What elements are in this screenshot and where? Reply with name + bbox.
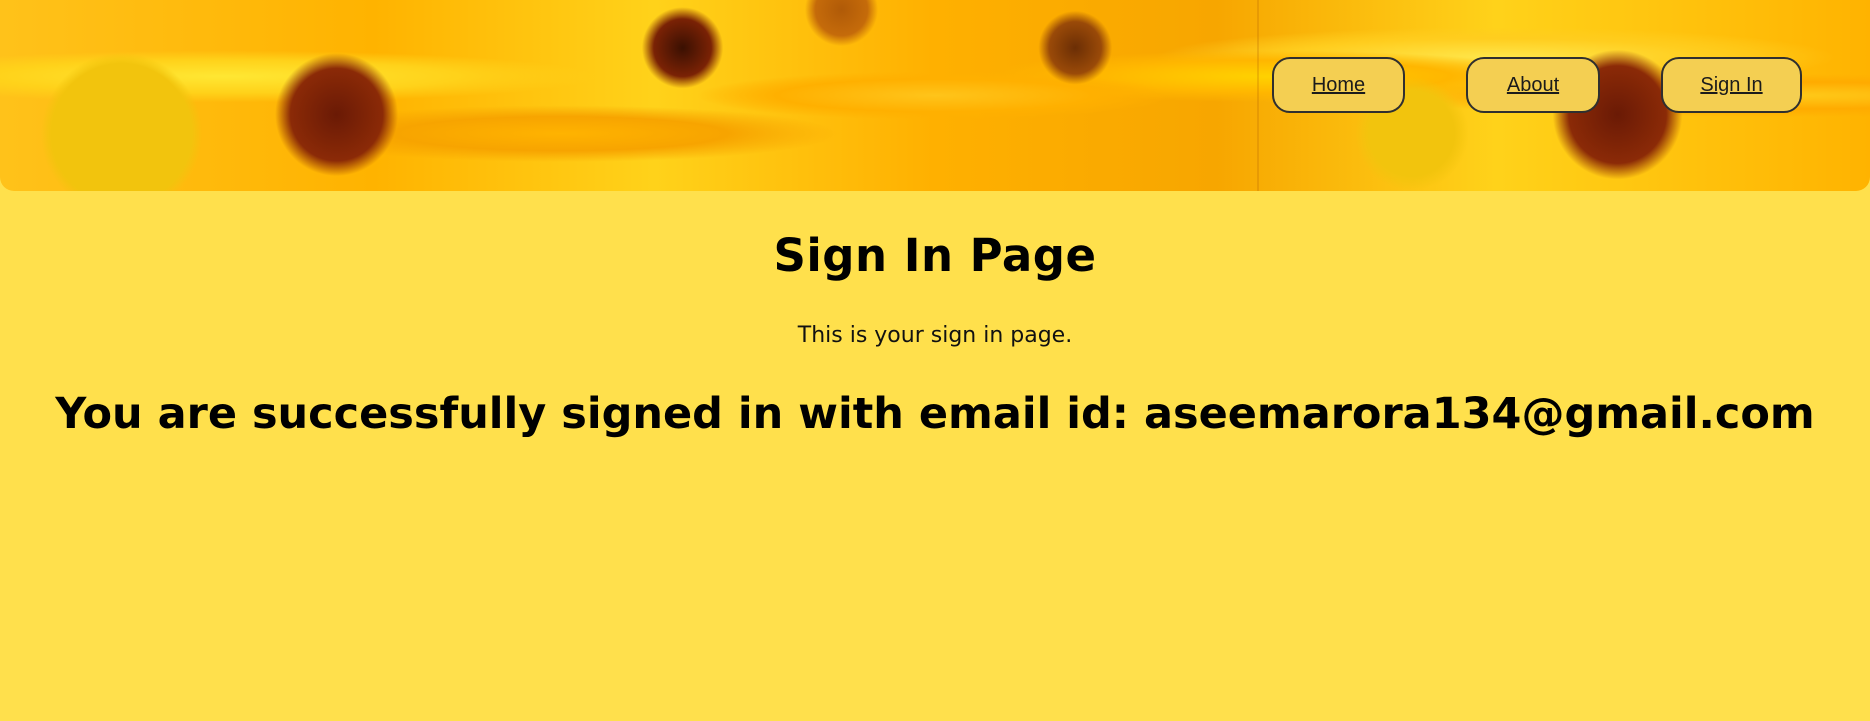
nav-about-link[interactable]: About: [1466, 57, 1600, 113]
header-banner: Home About Sign In: [0, 0, 1870, 191]
page-title: Sign In Page: [773, 229, 1097, 282]
nav-signin-link[interactable]: Sign In: [1661, 57, 1802, 113]
top-nav: Home About Sign In: [0, 57, 1870, 117]
signin-success-message: You are successfully signed in with emai…: [55, 389, 1815, 439]
page-subtitle: This is your sign in page.: [797, 323, 1073, 348]
nav-home-link[interactable]: Home: [1272, 57, 1405, 113]
